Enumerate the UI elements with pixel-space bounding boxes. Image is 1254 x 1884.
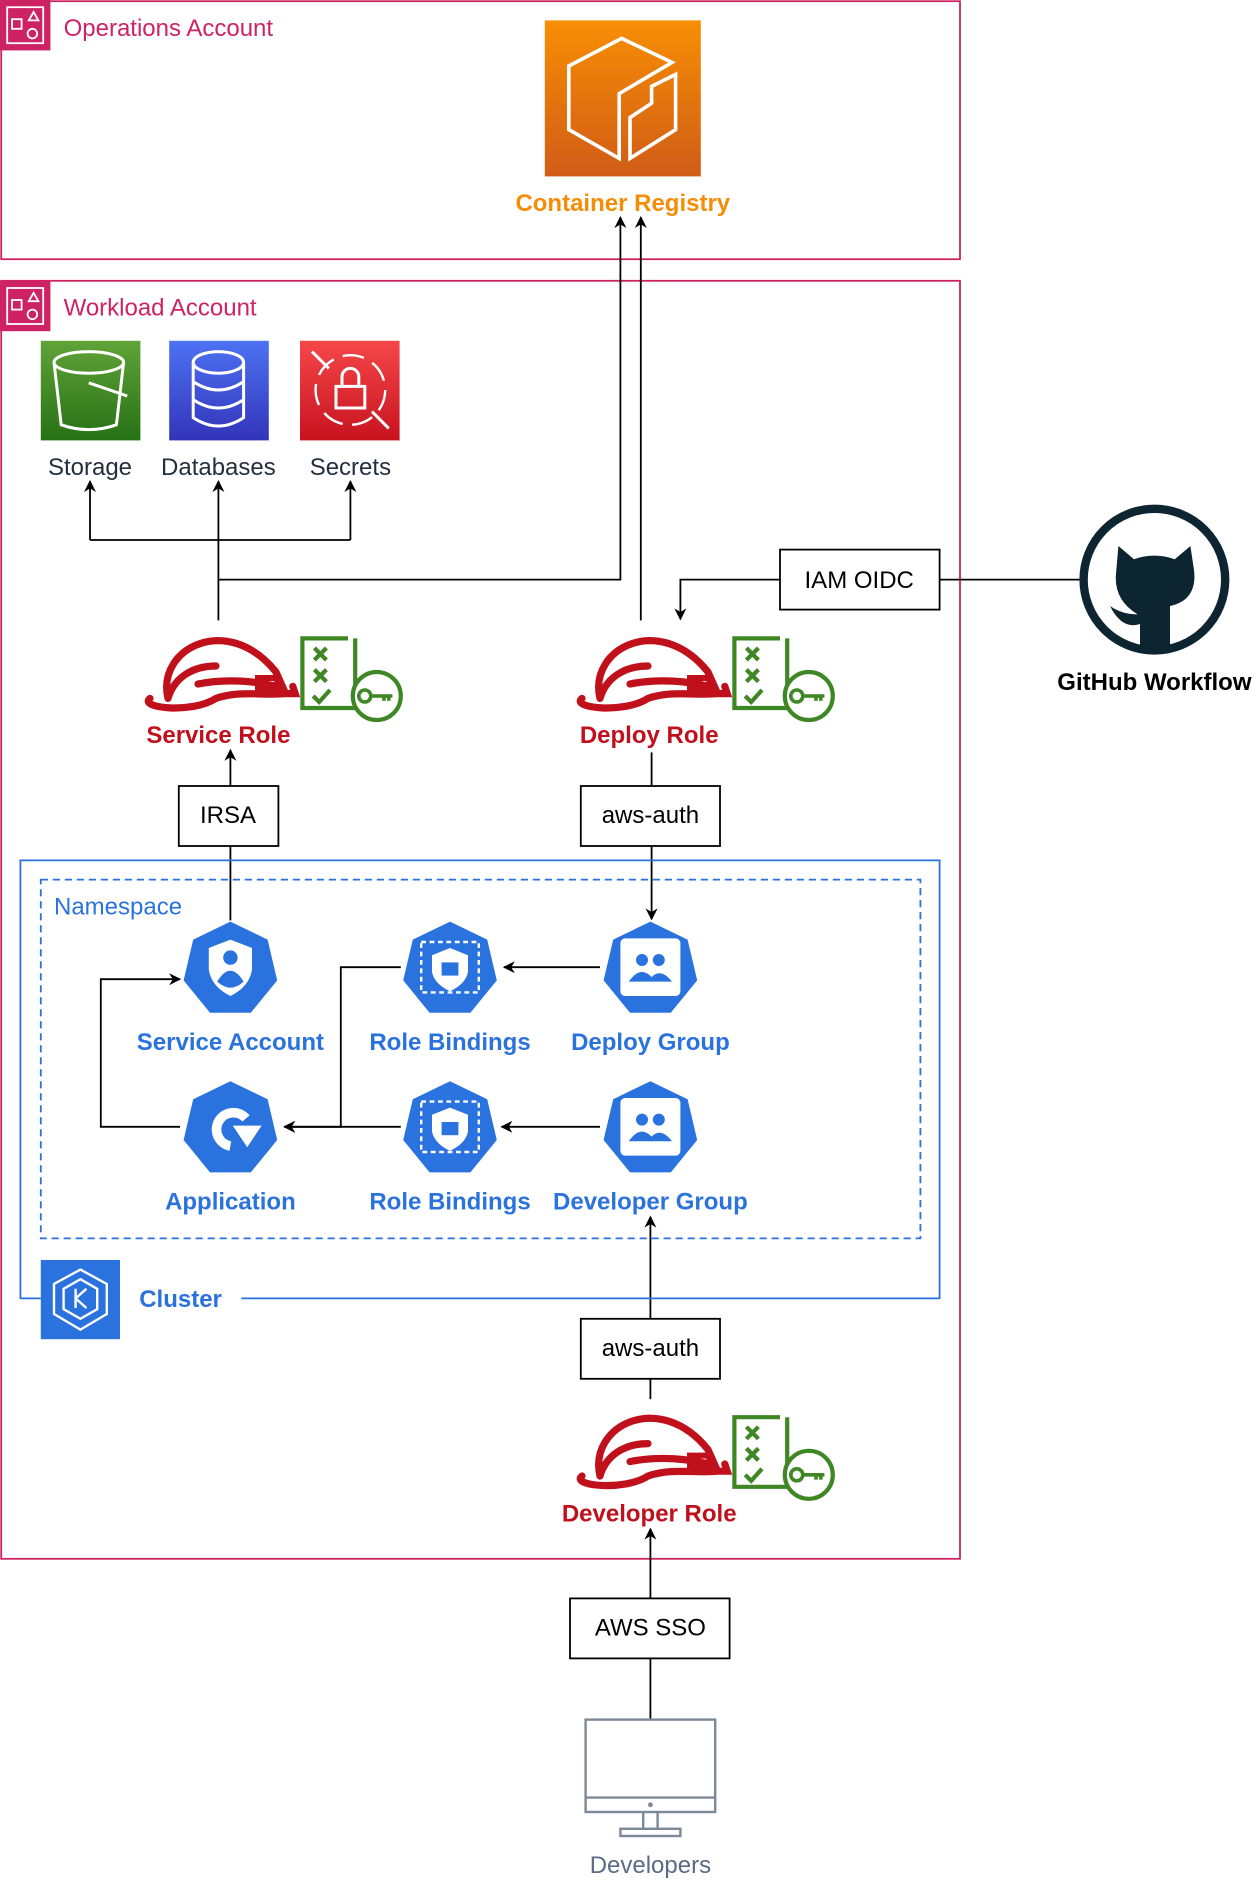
aws-auth-label: aws-auth xyxy=(602,802,699,829)
iam-oidc-box[interactable]: IAM OIDC xyxy=(779,548,941,611)
role-bindings-label-1: Role Bindings xyxy=(369,1029,530,1056)
service-role-icon[interactable] xyxy=(148,638,401,720)
service-account-icon[interactable] xyxy=(183,921,278,1013)
workload-account-label: Workload Account xyxy=(64,295,257,322)
service-role-label: Service Role xyxy=(146,722,290,749)
role-bindings-icon[interactable] xyxy=(403,921,497,1013)
application-label: Application xyxy=(165,1189,296,1216)
database-icon[interactable] xyxy=(169,340,269,441)
secrets-label: Secrets xyxy=(310,454,391,481)
role-bindings-label-2: Role Bindings xyxy=(369,1189,530,1216)
aws-sso-box[interactable]: AWS SSO xyxy=(569,1597,731,1660)
aws-auth-developer-box[interactable]: aws-auth xyxy=(579,1317,721,1380)
namespace-label: Namespace xyxy=(54,893,182,920)
irsa-box[interactable]: IRSA xyxy=(177,785,280,847)
github-icon[interactable] xyxy=(1079,504,1230,655)
policy-icon xyxy=(734,638,832,720)
operations-account-group: Operations Account xyxy=(0,0,961,261)
developer-role-label: Developer Role xyxy=(562,1501,737,1528)
databases-label: Databases xyxy=(161,454,276,481)
deploy-role-icon[interactable] xyxy=(580,638,833,720)
developer-role-icon[interactable] xyxy=(580,1417,833,1499)
storage-icon[interactable] xyxy=(40,340,141,441)
operations-account-label: Operations Account xyxy=(64,15,274,42)
monitor-icon xyxy=(584,1718,717,1838)
iam-oidc-label: IAM OIDC xyxy=(805,567,914,594)
policy-icon xyxy=(734,1417,832,1499)
cluster-label: Cluster xyxy=(139,1286,222,1313)
aws-auth-label: aws-auth xyxy=(602,1335,699,1362)
github-workflow-label: GitHub Workflow xyxy=(1057,669,1252,696)
role-bindings-icon[interactable] xyxy=(403,1081,497,1173)
architecture-diagram: Operations Account Container Registry Wo… xyxy=(0,0,1252,1879)
deploy-group-icon[interactable] xyxy=(603,921,698,1013)
account-icon xyxy=(0,0,52,52)
storage-label: Storage xyxy=(48,454,132,481)
developers-label: Developers xyxy=(590,1852,711,1879)
eks-cluster-icon xyxy=(40,1260,120,1340)
deploy-role-label: Deploy Role xyxy=(580,722,719,749)
deploy-group-label: Deploy Group xyxy=(571,1029,730,1056)
developer-group-icon[interactable] xyxy=(603,1081,698,1173)
container-registry-icon[interactable] xyxy=(544,20,701,177)
container-registry-label: Container Registry xyxy=(515,190,730,217)
aws-sso-label: AWS SSO xyxy=(595,1615,706,1642)
policy-icon xyxy=(302,638,400,720)
service-account-label: Service Account xyxy=(137,1029,324,1056)
irsa-label: IRSA xyxy=(200,802,256,829)
developer-group-label: Developer Group xyxy=(553,1189,748,1216)
aws-auth-deploy-box[interactable]: aws-auth xyxy=(579,785,721,847)
secrets-icon[interactable] xyxy=(300,340,400,441)
account-icon xyxy=(0,279,52,333)
application-icon[interactable] xyxy=(183,1081,278,1173)
